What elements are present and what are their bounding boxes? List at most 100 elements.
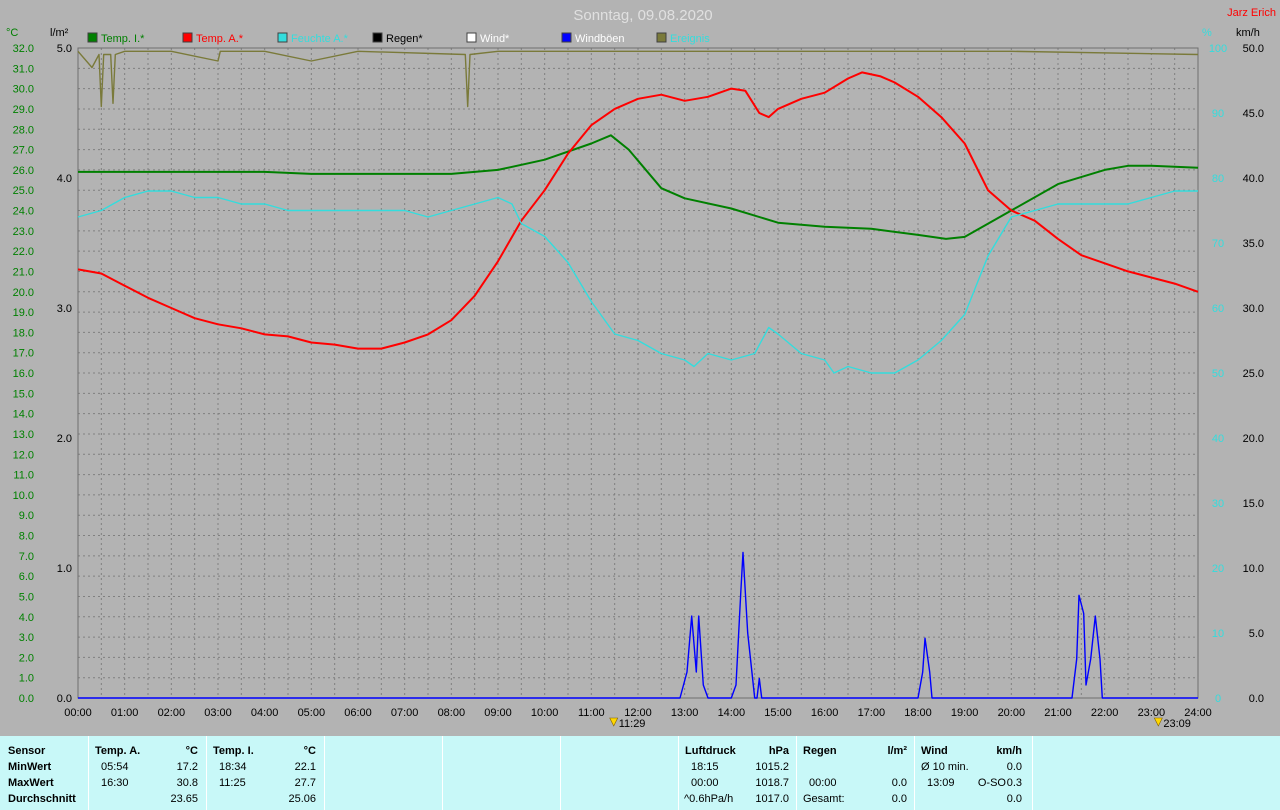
humidity-tick-label: 10 [1212,628,1224,640]
temp-tick-label: 1.0 [19,673,34,685]
pressure-min-time: 18:15 [691,761,719,773]
legend-label: Feuchte A.* [291,33,349,45]
humidity-tick-label: 90 [1212,108,1224,120]
wind-tick-label: 40.0 [1243,173,1264,185]
wind-tick-label: 20.0 [1243,433,1264,445]
temp-tick-label: 31.0 [13,63,34,75]
x-tick-label: 22:00 [1091,707,1119,719]
x-tick-label: 03:00 [204,707,232,719]
author-label: Jarz Erich [1227,7,1276,19]
humidity-axis-label: % [1202,27,1212,39]
temp-tick-label: 21.0 [13,266,34,278]
weather-chart: 0.0 1.0 2.0 3.0 4.0 5.0 6.0 7.0 8.0 9.0 10.0 11.0 12… [6,7,1276,730]
temp-i-min-value: 22.1 [294,761,316,773]
x-tick-label: 23:00 [1138,707,1166,719]
pressure-avg-value: 1017.0 [755,793,789,805]
x-tick-label: 08:00 [438,707,466,719]
event-markers: 11:29 23:09 [609,717,1191,730]
legend: Temp. I.* Temp. A.* Feuchte A.* Regen* Wind*… [87,32,710,45]
temp-tick-label: 25.0 [13,185,34,197]
pressure-header: Luftdruck [685,745,736,757]
sensor-header: Sensor [8,745,46,757]
temp-tick-label: 30.0 [13,84,34,96]
max-label: MaxWert [8,777,54,789]
temp-i-unit: °C [303,745,316,757]
legend-label: Windböen [575,33,625,45]
rain-max-value: 0.0 [891,777,907,789]
x-tick-label: 19:00 [951,707,979,719]
wind-tick-label: 5.0 [1249,628,1264,640]
temp-tick-label: 6.0 [19,571,34,583]
temp-tick-label: 20.0 [13,287,34,299]
rain-tick-label: 1.0 [57,563,72,575]
temp-i-header: Temp. I. [213,745,254,757]
x-tick-label: 10:00 [531,707,559,719]
temp-a-unit: °C [185,745,198,757]
event-marker-label: 23:09 [1163,718,1191,730]
x-tick-label: 20:00 [998,707,1026,719]
temp-tick-label: 11.0 [13,470,34,482]
x-tick-label: 09:00 [484,707,512,719]
legend-swatch [87,32,98,43]
temp-tick-label: 28.0 [13,124,34,136]
legend-label: Temp. I.* [101,33,145,45]
humidity-tick-label: 80 [1212,173,1224,185]
wind-tick-label: 45.0 [1243,108,1264,120]
x-tick-label: 21:00 [1044,707,1072,719]
statistics-panel: Sensor MinWert MaxWert Durchschnitt Temp… [0,736,1280,810]
temp-tick-label: 29.0 [13,104,34,116]
temp-tick-label: 19.0 [13,307,34,319]
wind-tick-label: 35.0 [1243,238,1264,250]
x-tick-label: 17:00 [858,707,886,719]
humidity-tick-label: 40 [1212,433,1224,445]
humidity-tick-label: 70 [1212,238,1224,250]
x-tick-label: 02:00 [158,707,186,719]
rain-axis-label: l/m² [50,27,69,39]
wind-header: Wind [921,745,948,757]
legend-label: Wind* [480,33,510,45]
x-tick-label: 16:00 [811,707,839,719]
wind-max-time: 13:09 [927,777,955,789]
rain-tick-label: 5.0 [57,43,72,55]
temp-tick-label: 14.0 [13,409,34,421]
legend-label: Regen* [386,33,423,45]
pressure-unit: hPa [768,745,789,757]
temp-tick-label: 8.0 [19,531,34,543]
legend-swatch [561,32,572,43]
x-tick-label: 13:00 [671,707,699,719]
x-tick-label: 18:00 [904,707,932,719]
temp-tick-label: 22.0 [13,246,34,258]
rain-tick-label: 2.0 [57,433,72,445]
temp-a-max-time: 16:30 [101,777,129,789]
temp-a-avg-value: 23.65 [170,793,198,805]
x-tick-label: 07:00 [391,707,419,719]
x-tick-label: 15:00 [764,707,792,719]
temp-tick-label: 13.0 [13,429,34,441]
wind-tick-label: 0.0 [1249,693,1264,705]
temp-tick-label: 5.0 [19,591,34,603]
temp-tick-label: 23.0 [13,226,34,238]
temp-tick-label: 7.0 [19,551,34,563]
wind-tick-label: 25.0 [1243,368,1264,380]
grid-lines [77,47,1199,699]
rain-unit: l/m² [887,745,907,757]
chart-title: Sonntag, 09.08.2020 [573,7,712,24]
legend-swatch [277,32,288,43]
temp-tick-label: 26.0 [13,165,34,177]
wind-tick-label: 10.0 [1243,563,1264,575]
temp-i-max-value: 27.7 [294,777,316,789]
temp-a-header: Temp. A. [95,745,141,757]
temp-tick-label: 15.0 [13,388,34,400]
temp-tick-label: 12.0 [13,449,34,461]
rain-max-time: 00:00 [809,777,837,789]
wind-axis-label: km/h [1236,27,1260,39]
temp-tick-label: 17.0 [13,348,34,360]
min-label: MinWert [8,761,52,773]
wind-max-value: 0.3 [1006,777,1022,789]
temp-tick-label: 16.0 [13,368,34,380]
event-marker-icon [1153,717,1163,727]
temp-tick-label: 9.0 [19,510,34,522]
legend-label: Temp. A.* [196,33,244,45]
temp-tick-label: 0.0 [19,693,34,705]
temp-tick-label: 18.0 [13,327,34,339]
